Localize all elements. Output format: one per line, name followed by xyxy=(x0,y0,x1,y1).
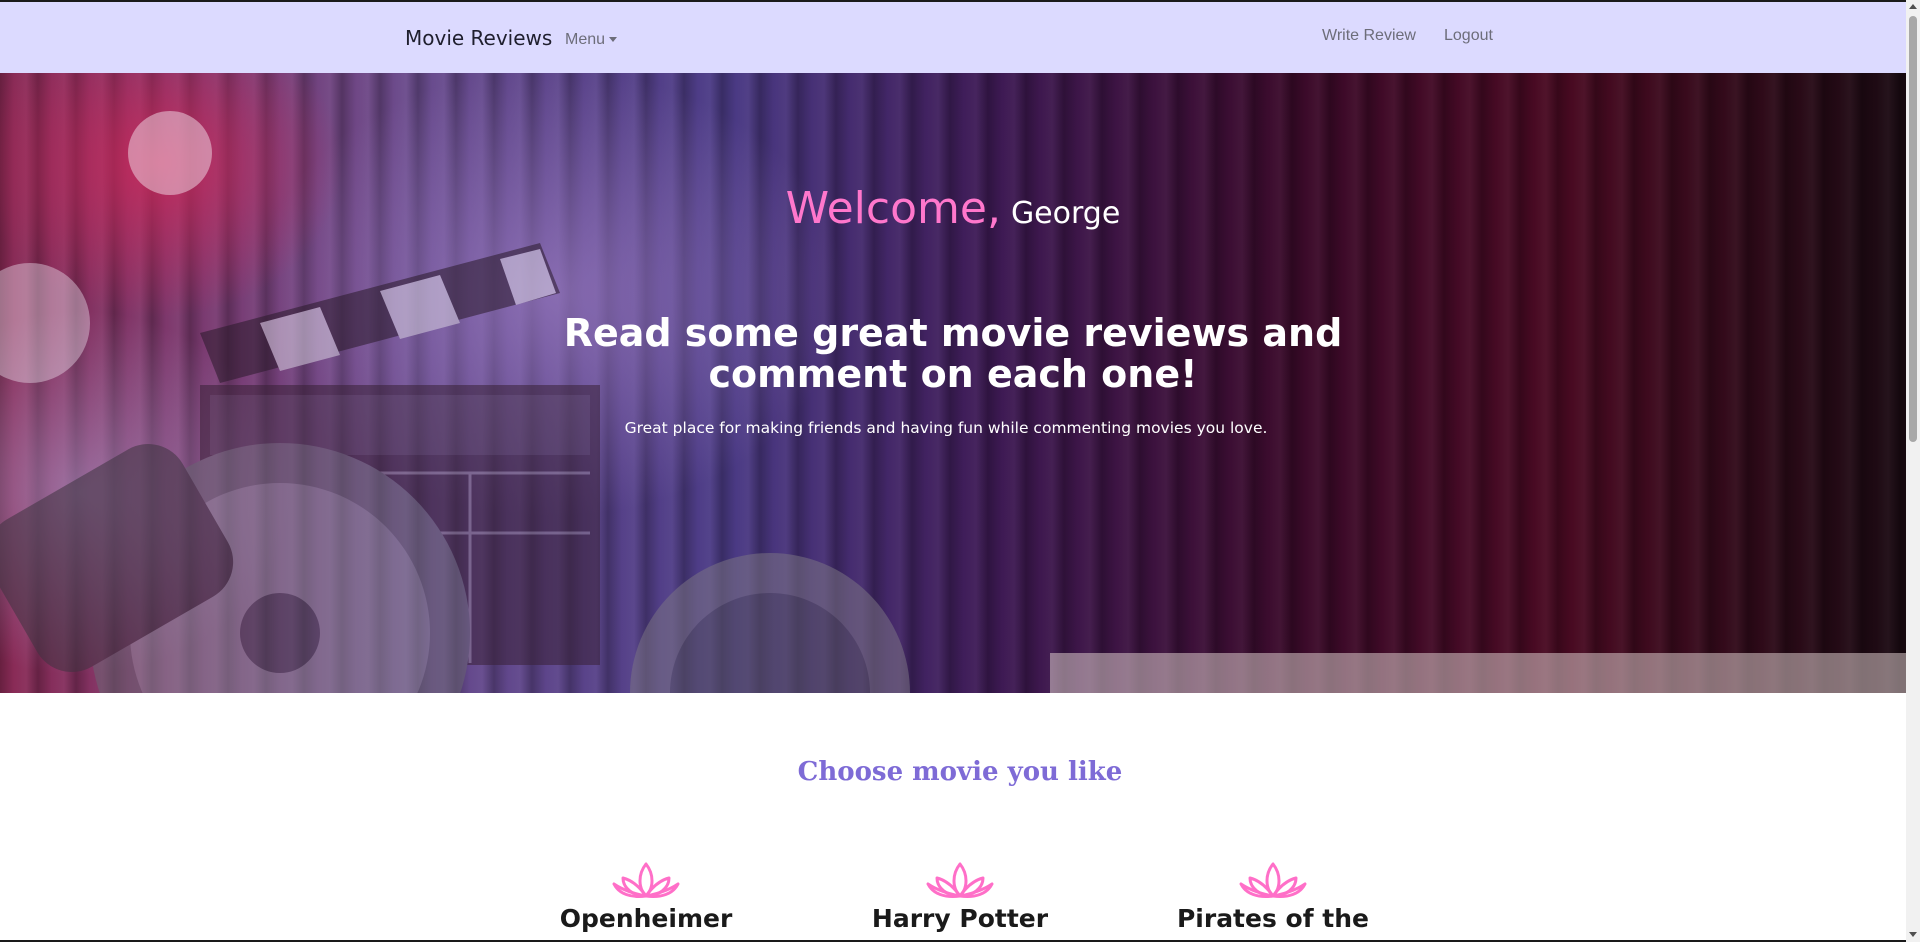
welcome-word: Welcome, xyxy=(785,183,1001,234)
chevron-down-icon xyxy=(609,37,618,43)
welcome-line: Welcome, George xyxy=(0,183,1906,234)
scroll-up-arrow-icon[interactable] xyxy=(1909,4,1917,9)
movie-title: Openheimer xyxy=(559,904,733,933)
movie-title: Harry Potter xyxy=(871,904,1049,933)
hero-title: Read some great movie reviews and commen… xyxy=(563,311,1343,396)
section-title: Choose movie you like xyxy=(797,757,1123,787)
navbar: Movie Reviews Menu Write Review Logout xyxy=(0,2,1906,73)
logout-link[interactable]: Logout xyxy=(1444,27,1493,45)
user-name: George xyxy=(1010,196,1121,231)
movie-title: Pirates of the xyxy=(1176,904,1370,933)
movie-card[interactable]: Pirates of the xyxy=(1123,860,1423,933)
menu-dropdown-toggle[interactable]: Menu xyxy=(565,31,618,49)
menu-label: Menu xyxy=(565,31,606,48)
write-review-link[interactable]: Write Review xyxy=(1322,27,1416,45)
movie-card[interactable]: Openheimer xyxy=(496,860,796,933)
movie-card[interactable]: Harry Potter xyxy=(810,860,1110,933)
hero-content: Welcome, George Read some great movie rev… xyxy=(0,73,1906,693)
scrollbar-thumb[interactable] xyxy=(1909,16,1917,442)
vertical-scrollbar[interactable] xyxy=(1906,0,1920,942)
lotus-icon xyxy=(1239,862,1307,898)
lotus-icon xyxy=(926,862,994,898)
scroll-down-arrow-icon[interactable] xyxy=(1909,932,1917,937)
hero-subtitle: Great place for making friends and havin… xyxy=(624,419,1268,437)
lotus-icon xyxy=(612,862,680,898)
brand-link[interactable]: Movie Reviews xyxy=(405,26,552,50)
hero-banner: Welcome, George Read some great movie rev… xyxy=(0,73,1906,693)
